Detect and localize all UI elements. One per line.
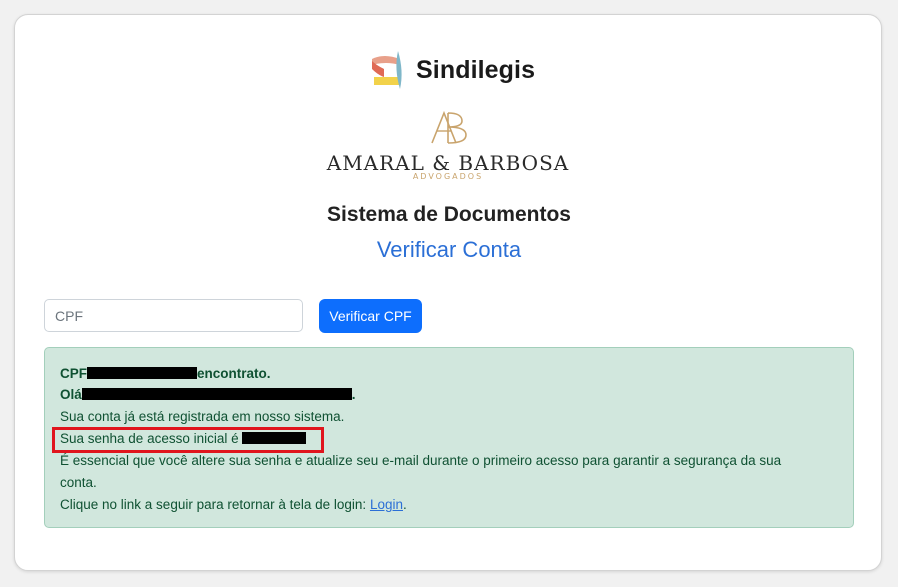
login-message: Clique no link a seguir para retornar à …	[60, 497, 407, 512]
greeting-line: Olá.	[60, 387, 356, 402]
login-link[interactable]: Login	[370, 497, 403, 512]
page-subtitle: Verificar Conta	[376, 237, 522, 262]
highlight-box	[52, 427, 324, 453]
sindilegis-mark-icon	[372, 51, 402, 89]
cpf-input[interactable]	[44, 299, 303, 332]
registered-message: Sua conta já está registrada em nosso si…	[60, 409, 345, 424]
sindilegis-logo: Sindilegis	[370, 47, 535, 93]
firm-name: AMARAL & BARBOSA	[326, 151, 570, 175]
redacted-cpf	[87, 367, 197, 379]
sindilegis-wordmark: Sindilegis	[416, 55, 536, 84]
security-message-cont: conta.	[60, 475, 97, 490]
amaral-barbosa-logo: AMARAL & BARBOSA ADVOGADOS	[315, 107, 581, 181]
verify-cpf-button[interactable]: Verificar CPF	[319, 299, 422, 333]
redacted-name	[81, 388, 352, 400]
main-card: Sindilegis AMARAL & BARBOSA ADVOGADOS Si…	[14, 14, 882, 571]
ab-monogram-icon	[431, 110, 467, 144]
security-message: É essencial que você altere sua senha e …	[60, 453, 782, 468]
page-title: Sistema de Documentos	[327, 203, 571, 226]
success-alert: CPF encontrato. Olá. Sua conta já está re…	[44, 347, 854, 528]
cpf-found-line: CPF encontrato.	[60, 366, 271, 381]
